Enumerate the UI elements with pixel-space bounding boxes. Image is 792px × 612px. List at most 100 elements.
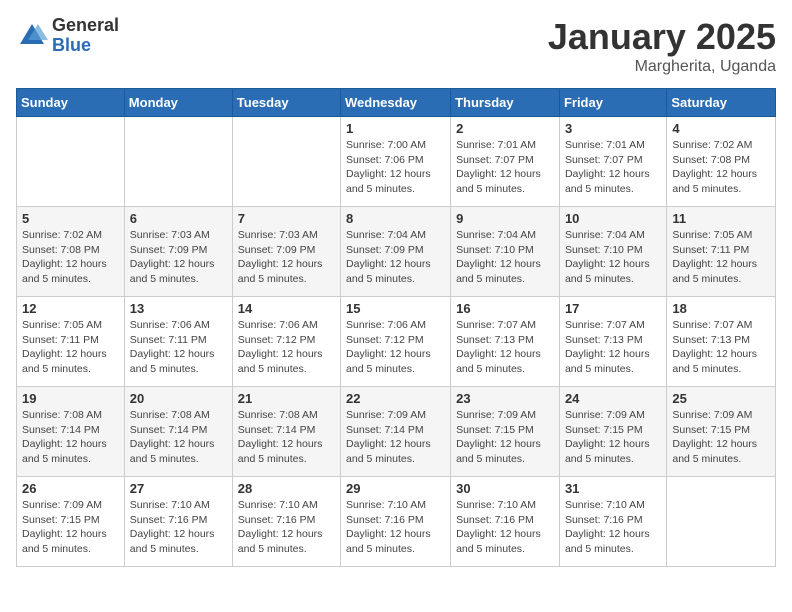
day-number: 3 xyxy=(565,121,661,136)
weekday-header: Sunday xyxy=(17,89,125,117)
day-info: Sunrise: 7:01 AM Sunset: 7:07 PM Dayligh… xyxy=(456,138,554,197)
calendar-week-row: 19 Sunrise: 7:08 AM Sunset: 7:14 PM Dayli… xyxy=(17,387,776,477)
month-title: January 2025 xyxy=(548,16,776,58)
calendar-cell xyxy=(667,477,776,567)
day-number: 12 xyxy=(22,301,119,316)
day-number: 22 xyxy=(346,391,445,406)
day-info: Sunrise: 7:00 AM Sunset: 7:06 PM Dayligh… xyxy=(346,138,445,197)
day-number: 19 xyxy=(22,391,119,406)
title-block: January 2025 Margherita, Uganda xyxy=(548,16,776,76)
day-info: Sunrise: 7:01 AM Sunset: 7:07 PM Dayligh… xyxy=(565,138,661,197)
day-info: Sunrise: 7:09 AM Sunset: 7:15 PM Dayligh… xyxy=(672,408,770,467)
day-info: Sunrise: 7:06 AM Sunset: 7:11 PM Dayligh… xyxy=(130,318,227,377)
calendar-cell: 13 Sunrise: 7:06 AM Sunset: 7:11 PM Dayli… xyxy=(124,297,232,387)
day-info: Sunrise: 7:05 AM Sunset: 7:11 PM Dayligh… xyxy=(672,228,770,287)
calendar-cell: 7 Sunrise: 7:03 AM Sunset: 7:09 PM Daylig… xyxy=(232,207,340,297)
day-number: 30 xyxy=(456,481,554,496)
page-header: General Blue January 2025 Margherita, Ug… xyxy=(16,16,776,76)
day-info: Sunrise: 7:07 AM Sunset: 7:13 PM Dayligh… xyxy=(456,318,554,377)
calendar-cell: 15Sunrise: 7:06 AM Sunset: 7:12 PM Dayli… xyxy=(341,297,451,387)
weekday-header: Friday xyxy=(559,89,666,117)
day-number: 6 xyxy=(130,211,227,226)
day-number: 29 xyxy=(346,481,445,496)
calendar-cell: 14Sunrise: 7:06 AM Sunset: 7:12 PM Dayli… xyxy=(232,297,340,387)
day-number: 11 xyxy=(672,211,770,226)
calendar-cell: 4 Sunrise: 7:02 AM Sunset: 7:08 PM Daylig… xyxy=(667,117,776,207)
calendar-cell: 30 Sunrise: 7:10 AM Sunset: 7:16 PM Dayli… xyxy=(451,477,560,567)
calendar-cell: 29Sunrise: 7:10 AM Sunset: 7:16 PM Dayli… xyxy=(341,477,451,567)
day-number: 24 xyxy=(565,391,661,406)
day-info: Sunrise: 7:10 AM Sunset: 7:16 PM Dayligh… xyxy=(238,498,335,557)
calendar-week-row: 1 Sunrise: 7:00 AM Sunset: 7:06 PM Daylig… xyxy=(17,117,776,207)
weekday-header: Wednesday xyxy=(341,89,451,117)
day-info: Sunrise: 7:07 AM Sunset: 7:13 PM Dayligh… xyxy=(565,318,661,377)
calendar-cell: 11 Sunrise: 7:05 AM Sunset: 7:11 PM Dayli… xyxy=(667,207,776,297)
day-number: 2 xyxy=(456,121,554,136)
day-info: Sunrise: 7:08 AM Sunset: 7:14 PM Dayligh… xyxy=(238,408,335,467)
day-info: Sunrise: 7:09 AM Sunset: 7:15 PM Dayligh… xyxy=(565,408,661,467)
day-info: Sunrise: 7:06 AM Sunset: 7:12 PM Dayligh… xyxy=(238,318,335,377)
calendar-cell: 22Sunrise: 7:09 AM Sunset: 7:14 PM Dayli… xyxy=(341,387,451,477)
logo-icon xyxy=(16,20,48,52)
day-info: Sunrise: 7:08 AM Sunset: 7:14 PM Dayligh… xyxy=(130,408,227,467)
calendar-cell: 3 Sunrise: 7:01 AM Sunset: 7:07 PM Daylig… xyxy=(559,117,666,207)
weekday-header: Thursday xyxy=(451,89,560,117)
calendar-cell: 20 Sunrise: 7:08 AM Sunset: 7:14 PM Dayli… xyxy=(124,387,232,477)
weekday-header: Tuesday xyxy=(232,89,340,117)
day-number: 1 xyxy=(346,121,445,136)
day-number: 31 xyxy=(565,481,661,496)
day-number: 27 xyxy=(130,481,227,496)
day-number: 28 xyxy=(238,481,335,496)
day-number: 21 xyxy=(238,391,335,406)
day-info: Sunrise: 7:10 AM Sunset: 7:16 PM Dayligh… xyxy=(565,498,661,557)
day-info: Sunrise: 7:02 AM Sunset: 7:08 PM Dayligh… xyxy=(22,228,119,287)
day-number: 18 xyxy=(672,301,770,316)
calendar-week-row: 12 Sunrise: 7:05 AM Sunset: 7:11 PM Dayli… xyxy=(17,297,776,387)
day-number: 17 xyxy=(565,301,661,316)
calendar-cell: 18 Sunrise: 7:07 AM Sunset: 7:13 PM Dayli… xyxy=(667,297,776,387)
day-info: Sunrise: 7:04 AM Sunset: 7:09 PM Dayligh… xyxy=(346,228,445,287)
day-number: 25 xyxy=(672,391,770,406)
day-number: 4 xyxy=(672,121,770,136)
day-info: Sunrise: 7:07 AM Sunset: 7:13 PM Dayligh… xyxy=(672,318,770,377)
calendar-cell: 16 Sunrise: 7:07 AM Sunset: 7:13 PM Dayli… xyxy=(451,297,560,387)
calendar-week-row: 26 Sunrise: 7:09 AM Sunset: 7:15 PM Dayli… xyxy=(17,477,776,567)
calendar-cell: 23 Sunrise: 7:09 AM Sunset: 7:15 PM Dayli… xyxy=(451,387,560,477)
day-number: 9 xyxy=(456,211,554,226)
logo: General Blue xyxy=(16,16,119,56)
day-info: Sunrise: 7:09 AM Sunset: 7:15 PM Dayligh… xyxy=(456,408,554,467)
calendar-cell: 2 Sunrise: 7:01 AM Sunset: 7:07 PM Daylig… xyxy=(451,117,560,207)
day-info: Sunrise: 7:06 AM Sunset: 7:12 PM Dayligh… xyxy=(346,318,445,377)
calendar-cell: 25 Sunrise: 7:09 AM Sunset: 7:15 PM Dayli… xyxy=(667,387,776,477)
weekday-header: Saturday xyxy=(667,89,776,117)
calendar-cell: 19 Sunrise: 7:08 AM Sunset: 7:14 PM Dayli… xyxy=(17,387,125,477)
day-number: 16 xyxy=(456,301,554,316)
calendar-table: SundayMondayTuesdayWednesdayThursdayFrid… xyxy=(16,88,776,567)
calendar-cell: 31 Sunrise: 7:10 AM Sunset: 7:16 PM Dayli… xyxy=(559,477,666,567)
day-info: Sunrise: 7:10 AM Sunset: 7:16 PM Dayligh… xyxy=(456,498,554,557)
day-info: Sunrise: 7:08 AM Sunset: 7:14 PM Dayligh… xyxy=(22,408,119,467)
calendar-cell: 9Sunrise: 7:04 AM Sunset: 7:10 PM Daylig… xyxy=(451,207,560,297)
day-info: Sunrise: 7:05 AM Sunset: 7:11 PM Dayligh… xyxy=(22,318,119,377)
day-number: 26 xyxy=(22,481,119,496)
day-info: Sunrise: 7:09 AM Sunset: 7:15 PM Dayligh… xyxy=(22,498,119,557)
logo-general-label: General xyxy=(52,16,119,36)
calendar-cell: 1 Sunrise: 7:00 AM Sunset: 7:06 PM Daylig… xyxy=(341,117,451,207)
location-label: Margherita, Uganda xyxy=(548,58,776,76)
day-number: 7 xyxy=(238,211,335,226)
day-info: Sunrise: 7:04 AM Sunset: 7:10 PM Dayligh… xyxy=(565,228,661,287)
calendar-cell: 28 Sunrise: 7:10 AM Sunset: 7:16 PM Dayli… xyxy=(232,477,340,567)
day-number: 23 xyxy=(456,391,554,406)
day-number: 20 xyxy=(130,391,227,406)
calendar-cell xyxy=(232,117,340,207)
day-info: Sunrise: 7:10 AM Sunset: 7:16 PM Dayligh… xyxy=(130,498,227,557)
calendar-cell: 21 Sunrise: 7:08 AM Sunset: 7:14 PM Dayli… xyxy=(232,387,340,477)
day-number: 13 xyxy=(130,301,227,316)
calendar-cell: 6Sunrise: 7:03 AM Sunset: 7:09 PM Daylig… xyxy=(124,207,232,297)
day-info: Sunrise: 7:03 AM Sunset: 7:09 PM Dayligh… xyxy=(238,228,335,287)
day-info: Sunrise: 7:02 AM Sunset: 7:08 PM Dayligh… xyxy=(672,138,770,197)
day-number: 10 xyxy=(565,211,661,226)
day-number: 8 xyxy=(346,211,445,226)
logo-text: General Blue xyxy=(52,16,119,56)
calendar-week-row: 5Sunrise: 7:02 AM Sunset: 7:08 PM Daylig… xyxy=(17,207,776,297)
